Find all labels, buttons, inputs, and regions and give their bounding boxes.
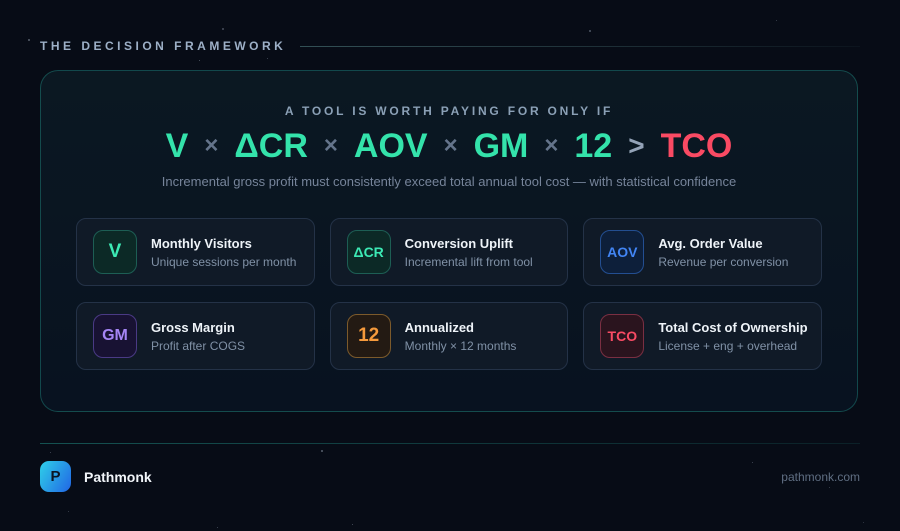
star bbox=[199, 60, 200, 61]
card-subtitle: License + eng + overhead bbox=[658, 339, 807, 353]
card-subtitle: Incremental lift from tool bbox=[405, 255, 533, 269]
card-subtitle: Unique sessions per month bbox=[151, 255, 296, 269]
multiply-operator-icon: × bbox=[442, 134, 460, 158]
star bbox=[222, 28, 224, 30]
tco-badge: TCO bbox=[600, 314, 644, 358]
decision-framework-panel: A TOOL IS WORTH PAYING FOR ONLY IF V × Δ… bbox=[40, 70, 858, 412]
star bbox=[217, 527, 218, 528]
header-divider-line bbox=[300, 46, 860, 47]
card-avg-order-value: AOV Avg. Order Value Revenue per convers… bbox=[583, 218, 822, 286]
formula-caption: Incremental gross profit must consistent… bbox=[41, 174, 857, 189]
star bbox=[68, 511, 69, 512]
website-link[interactable]: pathmonk.com bbox=[781, 470, 860, 484]
star bbox=[28, 39, 30, 41]
page-title: THE DECISION FRAMEWORK bbox=[40, 39, 286, 53]
star bbox=[863, 522, 864, 523]
gross-margin-badge: GM bbox=[93, 314, 137, 358]
aov-badge: AOV bbox=[600, 230, 644, 274]
card-title: Total Cost of Ownership bbox=[658, 320, 807, 335]
header: THE DECISION FRAMEWORK bbox=[40, 39, 860, 53]
footer: P Pathmonk pathmonk.com bbox=[40, 461, 860, 492]
card-title: Conversion Uplift bbox=[405, 236, 533, 251]
formula-term-twelve: 12 bbox=[574, 129, 612, 163]
infographic-canvas: THE DECISION FRAMEWORK A TOOL IS WORTH P… bbox=[0, 0, 900, 531]
star bbox=[321, 450, 323, 452]
roi-formula: V × ΔCR × AOV × GM × 12 > TCO bbox=[41, 129, 857, 163]
pathmonk-logo-icon: P bbox=[40, 461, 71, 492]
card-subtitle: Profit after COGS bbox=[151, 339, 245, 353]
condition-label: A TOOL IS WORTH PAYING FOR ONLY IF bbox=[41, 104, 857, 118]
star bbox=[50, 452, 51, 453]
card-total-cost-ownership: TCO Total Cost of Ownership License + en… bbox=[583, 302, 822, 370]
multiply-operator-icon: × bbox=[542, 134, 560, 158]
greater-than-icon: > bbox=[626, 132, 646, 160]
formula-term-tco: TCO bbox=[661, 129, 733, 163]
formula-term-aov: AOV bbox=[354, 129, 428, 163]
card-annualized: 12 Annualized Monthly × 12 months bbox=[330, 302, 569, 370]
star bbox=[589, 30, 591, 32]
card-title: Monthly Visitors bbox=[151, 236, 296, 251]
card-gross-margin: GM Gross Margin Profit after COGS bbox=[76, 302, 315, 370]
card-conversion-uplift: ΔCR Conversion Uplift Incremental lift f… bbox=[330, 218, 569, 286]
conversion-uplift-badge: ΔCR bbox=[347, 230, 391, 274]
star bbox=[267, 58, 268, 59]
visitors-badge: V bbox=[93, 230, 137, 274]
star bbox=[352, 524, 353, 525]
brand-lockup: P Pathmonk bbox=[40, 461, 152, 492]
variable-cards-grid: V Monthly Visitors Unique sessions per m… bbox=[76, 218, 822, 370]
card-title: Annualized bbox=[405, 320, 517, 335]
footer-divider-line bbox=[40, 443, 860, 444]
formula-term-gross-margin: GM bbox=[474, 129, 529, 163]
star bbox=[776, 20, 777, 21]
multiply-operator-icon: × bbox=[202, 134, 220, 158]
formula-term-conversion-uplift: ΔCR bbox=[234, 129, 308, 163]
brand-name: Pathmonk bbox=[84, 469, 152, 485]
annualized-badge: 12 bbox=[347, 314, 391, 358]
multiply-operator-icon: × bbox=[322, 134, 340, 158]
card-monthly-visitors: V Monthly Visitors Unique sessions per m… bbox=[76, 218, 315, 286]
card-subtitle: Revenue per conversion bbox=[658, 255, 788, 269]
formula-term-visitors: V bbox=[166, 129, 189, 163]
card-title: Avg. Order Value bbox=[658, 236, 788, 251]
card-title: Gross Margin bbox=[151, 320, 245, 335]
card-subtitle: Monthly × 12 months bbox=[405, 339, 517, 353]
